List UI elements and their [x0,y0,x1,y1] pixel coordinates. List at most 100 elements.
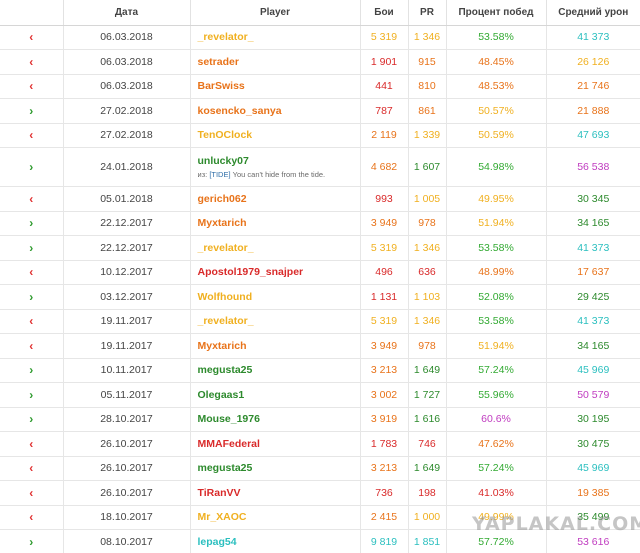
player-link[interactable]: BarSwiss [198,80,245,92]
player-cell: Mouse_1976 [190,407,361,432]
date-cell: 05.11.2017 [63,382,191,408]
player-link[interactable]: Mouse_1976 [198,413,260,425]
win-rate-cell: 49.95% [446,186,547,212]
pr-cell: 746 [408,431,447,457]
player-link[interactable]: _revelator_ [198,315,254,327]
table-row: ‹ 26.10.2017 MMAFederal 1 783 746 47.62% 30 47… [0,431,640,457]
player-link[interactable]: TenOClock [198,129,253,141]
date-cell: 24.01.2018 [63,147,191,187]
chevron-right-icon: › [0,407,64,432]
player-link[interactable]: unlucky07 [198,155,249,167]
battles-cell: 787 [360,98,409,124]
battles-cell: 441 [360,74,409,99]
column-header-pr[interactable]: PR [408,0,447,26]
win-rate-cell: 48.45% [446,49,547,75]
player-link[interactable]: setrader [198,56,239,68]
table-row: › 24.01.2018 unlucky07 из: [TIDE] You can't… [0,147,640,187]
battles-cell: 3 002 [360,382,409,408]
player-link[interactable]: Olegaas1 [198,389,245,401]
chevron-left-icon: ‹ [0,309,64,334]
column-header-avg-damage[interactable]: Средний урон [546,0,640,26]
player-link[interactable]: Wolfhound [198,291,253,303]
battles-cell: 496 [360,260,409,285]
table-row: › 10.11.2017 megusta25 3 213 1 649 57.24% 45 9… [0,358,640,383]
chevron-right-icon: › [0,382,64,408]
player-link[interactable]: MMAFederal [198,438,260,450]
date-cell: 10.11.2017 [63,358,191,383]
player-cell: kosencko_sanya [190,98,361,124]
pr-cell: 861 [408,98,447,124]
win-rate-cell: 55.96% [446,382,547,408]
player-link[interactable]: Apostol1979_snajper [198,266,304,278]
avg-damage-cell: 30 195 [546,407,640,432]
win-rate-cell: 51.94% [446,333,547,359]
table-row: › 22.12.2017 _revelator_ 5 319 1 346 53.58% 41… [0,235,640,261]
chevron-left-icon: ‹ [0,49,64,75]
pr-cell: 1 851 [408,529,447,553]
table-row: ‹ 10.12.2017 Apostol1979_snajper 496 636 48.9… [0,260,640,285]
column-header-battles[interactable]: Бои [360,0,409,26]
player-link[interactable]: megusta25 [198,462,253,474]
player-link[interactable]: _revelator_ [198,31,254,43]
player-cell: Apostol1979_snajper [190,260,361,285]
pr-cell: 636 [408,260,447,285]
date-cell: 26.10.2017 [63,431,191,457]
battles-cell: 3 213 [360,456,409,481]
chevron-right-icon: › [0,147,64,187]
player-link[interactable]: Myxtarich [198,340,247,352]
watermark-logo: YAPLAKAL.COM [472,513,640,535]
date-cell: 06.03.2018 [63,49,191,75]
player-cell: setrader [190,49,361,75]
date-cell: 10.12.2017 [63,260,191,285]
clan-tag[interactable]: [TIDE] [209,170,230,179]
battles-cell: 3 949 [360,333,409,359]
chevron-left-icon: ‹ [0,456,64,481]
battles-cell: 736 [360,480,409,506]
date-cell: 28.10.2017 [63,407,191,432]
avg-damage-cell: 21 746 [546,74,640,99]
pr-cell: 1 607 [408,147,447,187]
battles-cell: 5 319 [360,235,409,261]
pr-cell: 1 727 [408,382,447,408]
chevron-left-icon: ‹ [0,74,64,99]
table-row: ‹ 19.11.2017 Myxtarich 3 949 978 51.94% 34 165 [0,333,640,359]
win-rate-cell: 57.24% [446,358,547,383]
avg-damage-cell: 45 969 [546,358,640,383]
avg-damage-cell: 30 475 [546,431,640,457]
table-row: › 22.12.2017 Myxtarich 3 949 978 51.94% 34 165 [0,211,640,236]
column-header-win-rate[interactable]: Процент побед [446,0,547,26]
player-link[interactable]: Mr_XAOC [198,511,247,523]
column-header-player[interactable]: Player [190,0,361,26]
pr-cell: 1 649 [408,358,447,383]
player-cell: TenOClock [190,123,361,148]
player-cell: gerich062 [190,186,361,212]
pr-cell: 915 [408,49,447,75]
chevron-right-icon: › [0,98,64,124]
pr-cell: 978 [408,211,447,236]
player-link[interactable]: gerich062 [198,193,247,205]
player-cell: Olegaas1 [190,382,361,408]
table-row: ‹ 06.03.2018 _revelator_ 5 319 1 346 53.58% 41… [0,25,640,50]
win-rate-cell: 51.94% [446,211,547,236]
player-link[interactable]: kosencko_sanya [198,105,282,117]
battles-cell: 2 119 [360,123,409,148]
pr-cell: 1 339 [408,123,447,148]
pr-cell: 1 346 [408,235,447,261]
date-cell: 22.12.2017 [63,235,191,261]
avg-damage-cell: 47 693 [546,123,640,148]
player-cell: _revelator_ [190,235,361,261]
player-link[interactable]: megusta25 [198,364,253,376]
chevron-right-icon: › [0,284,64,310]
win-rate-cell: 53.58% [446,25,547,50]
battles-cell: 3 949 [360,211,409,236]
player-link[interactable]: _revelator_ [198,242,254,254]
chevron-right-icon: › [0,211,64,236]
player-link[interactable]: lepag54 [198,536,237,548]
player-link[interactable]: TiRanVV [198,487,241,499]
table-row: › 03.12.2017 Wolfhound 1 131 1 103 52.08% 29 4… [0,284,640,310]
column-header-date[interactable]: Дата [63,0,191,26]
pr-cell: 1 103 [408,284,447,310]
player-link[interactable]: Myxtarich [198,217,247,229]
win-rate-cell: 50.57% [446,98,547,124]
pr-cell: 1 005 [408,186,447,212]
